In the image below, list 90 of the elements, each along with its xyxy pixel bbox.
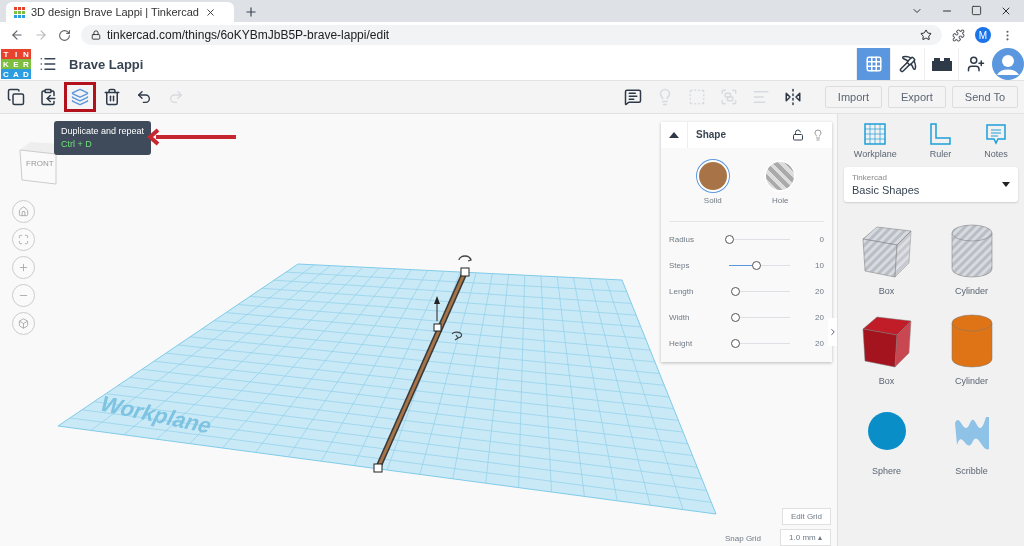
grid-icon (864, 55, 883, 73)
zoom-in-button[interactable] (12, 256, 35, 279)
shape-label: Sphere (872, 466, 901, 476)
home-icon (18, 206, 29, 217)
sphere-drawing (866, 411, 907, 451)
notes-icon[interactable] (984, 122, 1009, 146)
reload-icon[interactable] (58, 28, 71, 42)
browser-tab[interactable]: 3D design Brave Lappi | Tinkercad (6, 2, 234, 22)
collapse-icon[interactable] (669, 132, 679, 138)
param-label: Length (669, 286, 695, 296)
mode-label: Hole (772, 196, 789, 205)
param-label: Radius (669, 234, 695, 244)
action-button[interactable]: Send To (951, 86, 1018, 108)
tooltip: Duplicate and repeat Ctrl + D (54, 121, 152, 155)
slider-thumb[interactable] (731, 312, 740, 322)
tool-label: Ruler (929, 149, 952, 159)
tab-title: 3D design Brave Lappi | Tinkercad (31, 6, 199, 18)
hatched-cylinder-drawing (949, 223, 994, 279)
mode-label: Solid (703, 196, 722, 205)
cylinder-drawing (949, 313, 994, 369)
list-icon[interactable] (39, 55, 57, 73)
edit-grid-button[interactable]: Edit Grid (781, 508, 831, 525)
profile-avatar[interactable]: M (975, 27, 991, 43)
slider-thumb[interactable] (731, 286, 740, 296)
param-value: 0 (818, 234, 824, 244)
snap-grid-select[interactable]: 1.0 mm ▴ (780, 529, 831, 546)
redo-icon (168, 89, 184, 105)
slider-thumb[interactable] (725, 234, 734, 244)
align-icon (751, 88, 770, 106)
address-field[interactable]: tinkercad.com/things/6oKYBmJbB5P-brave-lappi/edit (81, 25, 942, 45)
shape-label: Cylinder (955, 376, 988, 386)
pickaxe-icon (898, 55, 917, 73)
speech-bubble-icon (623, 88, 642, 106)
dashed-square-icon (687, 88, 706, 106)
close-icon[interactable] (204, 6, 216, 18)
lock-icon (91, 30, 101, 40)
paste-icon (39, 88, 57, 106)
slider-thumb[interactable] (731, 338, 740, 348)
tool-label: Notes (984, 149, 1008, 159)
site-favicon-icon (14, 6, 25, 18)
logo[interactable]: T I N K E R C A D (1, 49, 31, 79)
duplicate-button[interactable] (64, 82, 96, 112)
add-user-icon (966, 55, 985, 73)
trash-icon (103, 88, 121, 106)
param-value: 20 (814, 338, 824, 348)
param-label: Width (669, 312, 691, 322)
ruler-icon[interactable] (928, 122, 953, 146)
cube-icon (18, 318, 29, 329)
action-button[interactable]: Export (888, 86, 946, 108)
shape-label: Cylinder (955, 286, 988, 296)
workplane-icon[interactable] (863, 122, 888, 146)
project-name[interactable]: Brave Lappi (69, 56, 144, 72)
close-icon[interactable] (1000, 5, 1012, 17)
star-icon[interactable] (920, 29, 932, 41)
param-label: Steps (669, 260, 691, 270)
param-value: 20 (814, 312, 824, 322)
undo-icon (136, 89, 152, 105)
shape-label: Box (878, 376, 895, 386)
snap-grid-label: Snap Grid (724, 534, 761, 543)
slider-thumb[interactable] (752, 260, 762, 270)
brick-icon (931, 57, 952, 71)
lightbulb-icon[interactable] (812, 129, 824, 141)
lift-arrow-icon[interactable] (434, 296, 440, 322)
rotate-handle-icon[interactable] (451, 331, 463, 341)
extensions-icon[interactable] (952, 28, 965, 42)
tool-label: Workplane (853, 149, 897, 159)
param-value: 10 (814, 260, 824, 270)
rotate-handle-icon[interactable] (458, 255, 472, 262)
plus-icon (18, 262, 29, 273)
shape-label: Box (878, 286, 895, 296)
back-icon[interactable] (10, 28, 24, 42)
caret-icon (1002, 182, 1010, 187)
unlock-icon[interactable] (792, 129, 804, 141)
fit-icon (18, 234, 29, 245)
library-dropdown[interactable]: Tinkercad Basic Shapes (844, 167, 1018, 202)
chevron-icon (828, 327, 837, 337)
workplane-label: Workplane (95, 391, 217, 438)
param-label: Height (669, 338, 694, 348)
group-icon (719, 88, 738, 106)
copy-icon (7, 88, 25, 106)
panel-title: Shape (687, 122, 784, 148)
mirror-icon (783, 88, 802, 106)
maximize-icon[interactable] (971, 5, 982, 16)
param-value: 20 (814, 286, 824, 296)
action-button[interactable]: Import (824, 86, 883, 108)
solid-swatch[interactable] (698, 162, 727, 190)
hole-swatch[interactable] (766, 162, 795, 190)
layers-icon (71, 88, 89, 106)
new-tab-icon[interactable] (244, 5, 258, 19)
shape-label: Scribble (955, 466, 988, 476)
